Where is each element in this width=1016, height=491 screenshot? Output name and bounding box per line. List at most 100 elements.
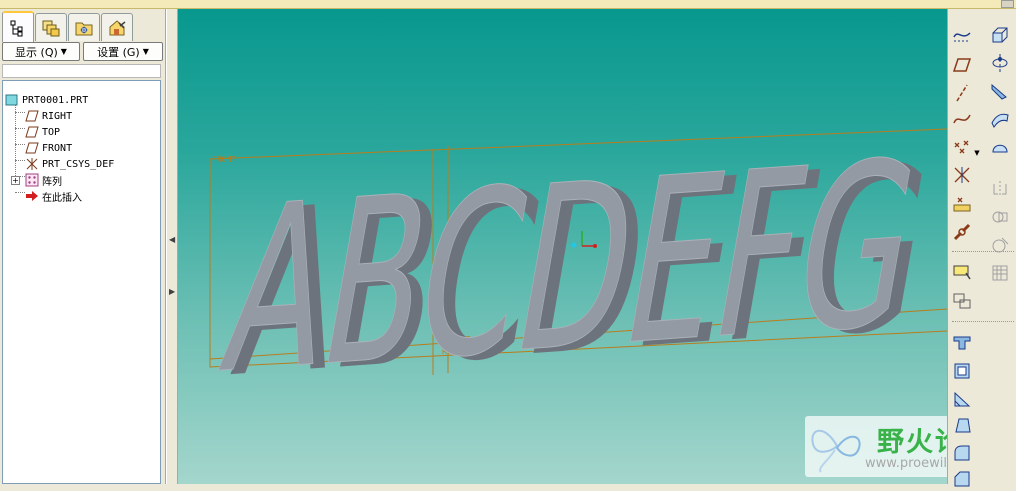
trim-icon [992,237,1009,253]
datum-point-button[interactable] [950,135,974,159]
panel-splitter[interactable]: ◀ ▶ [166,9,178,484]
rib-button[interactable] [950,387,974,411]
tree-item-label: FRONT [42,142,73,154]
datum-axis-button[interactable] [950,81,974,105]
draft-icon [955,418,971,433]
dropdown-arrow-icon: ▼ [142,47,149,56]
model-tree-icon [10,20,23,36]
model-tree: PRT0001.PRT RIGHT TOP FRONT PRT_CSYS_DEF [2,80,161,484]
analysis-icon [953,265,971,280]
tree-item-label: PRT0001.PRT [22,94,89,106]
pattern-icon [25,173,39,187]
datum-axis-icon [956,84,968,102]
tree-item-pattern[interactable]: 阵列 [25,172,62,188]
tree-item-root[interactable]: PRT0001.PRT [5,92,88,108]
insert-here-arrow-icon [26,191,38,201]
boundary-blend-button[interactable] [988,135,1012,159]
datum-curve-button[interactable] [950,107,974,131]
favorites-icon [109,19,126,35]
draft-button[interactable] [950,413,974,437]
field-point-icon [953,197,971,212]
field-point-button[interactable] [950,192,974,216]
expand-toggle[interactable]: + [11,176,20,185]
letters-front: ABCDEFG [208,111,934,424]
offset-csys-point-icon [954,167,970,183]
window-scroll-cap[interactable] [1001,0,1014,8]
model-canvas[interactable]: FRONT PRT_CSYS_DEF RIGHT ABCDEFG ABCDEFG [178,9,947,484]
watermark: 野火论坛 www.proewildfire.cn [805,416,947,477]
collapse-left-icon[interactable]: ◀ [169,235,175,245]
copy-button[interactable] [950,289,974,313]
csys-chain-button[interactable] [950,220,974,244]
tab-folder-browser[interactable] [68,13,100,41]
tree-item-insert-here[interactable]: 在此插入 [25,188,82,204]
boundary-blend-icon [992,144,1008,153]
datum-point-flyout[interactable]: ▼ [972,141,982,165]
tree-header-row [2,64,161,78]
settings-menu-label: 设置 (G) [97,45,140,59]
tab-layer-tree[interactable] [35,13,67,41]
datum-plane-icon [25,142,39,154]
hole-button[interactable] [950,331,974,355]
sketched-datum-curve-button[interactable] [950,23,974,47]
datum-plane-icon [952,58,972,72]
folder-browser-icon [75,22,93,35]
datum-point-icon [954,140,969,154]
tree-item-front[interactable]: FRONT [25,140,72,156]
datum-plane-icon [25,110,39,122]
datum-curve-icon [953,114,971,124]
pattern-button [988,261,1012,285]
butterfly-logo-icon [811,429,861,473]
settings-menu-button[interactable]: 设置 (G) ▼ [83,42,163,61]
blend-icon [991,113,1009,128]
sweep-icon [991,83,1007,100]
chamfer-icon [954,471,970,487]
round-icon [954,445,970,461]
tree-item-label: 阵列 [42,176,62,188]
csys-chain-icon [953,223,971,241]
shell-button[interactable] [950,359,974,383]
dropdown-arrow-icon: ▼ [974,149,980,157]
sweep-button[interactable] [988,79,1012,103]
tree-item-csys[interactable]: PRT_CSYS_DEF [25,156,114,172]
show-menu-button[interactable]: 显示 (Q) ▼ [2,42,80,61]
round-button[interactable] [950,441,974,465]
extruded-letters-face[interactable]: ABCDEFG [207,111,934,425]
analysis-button[interactable] [950,261,974,285]
extrude-icon [992,27,1008,43]
feature-toolbar: ▼ [947,9,1016,487]
tree-item-label: PRT_CSYS_DEF [42,158,115,170]
merge-icon [992,211,1008,223]
merge-button [988,205,1012,229]
tree-item-top[interactable]: TOP [25,124,60,140]
csys-icon [26,158,38,170]
tree-item-label: TOP [42,126,61,138]
extrude-button[interactable] [988,23,1012,47]
dropdown-arrow-icon: ▼ [60,47,67,56]
hole-icon [953,336,971,350]
show-menu-label: 显示 (Q) [15,45,58,59]
layer-tree-icon [42,20,60,36]
revolve-icon [992,54,1008,72]
revolve-button[interactable] [988,51,1012,75]
graphics-viewport[interactable]: FRONT PRT_CSYS_DEF RIGHT ABCDEFG ABCDEFG… [178,9,947,484]
sketched-datum-curve-icon [953,32,971,42]
blend-button[interactable] [988,107,1012,131]
front-datum-label: FRONT [212,155,236,164]
trim-button [988,233,1012,257]
tab-model-tree[interactable] [2,11,34,42]
datum-plane-button[interactable] [950,53,974,77]
pattern-icon [992,265,1008,281]
shell-icon [954,363,970,379]
chamfer-button[interactable] [950,467,974,491]
tree-item-right[interactable]: RIGHT [25,108,72,124]
offset-csys-point-button[interactable] [950,163,974,187]
title-strip [0,0,1016,9]
expand-right-icon[interactable]: ▶ [169,287,175,297]
tab-favorites[interactable] [101,13,133,41]
tree-item-label: RIGHT [42,110,73,122]
navigator-panel: 显示 (Q) ▼ 设置 (G) ▼ PRT0001.PRT RIGHT TOP … [0,9,166,484]
mirror-icon [993,181,1007,197]
watermark-url: www.proewildfire.cn [865,456,947,471]
watermark-title: 野火论坛 [877,427,947,458]
